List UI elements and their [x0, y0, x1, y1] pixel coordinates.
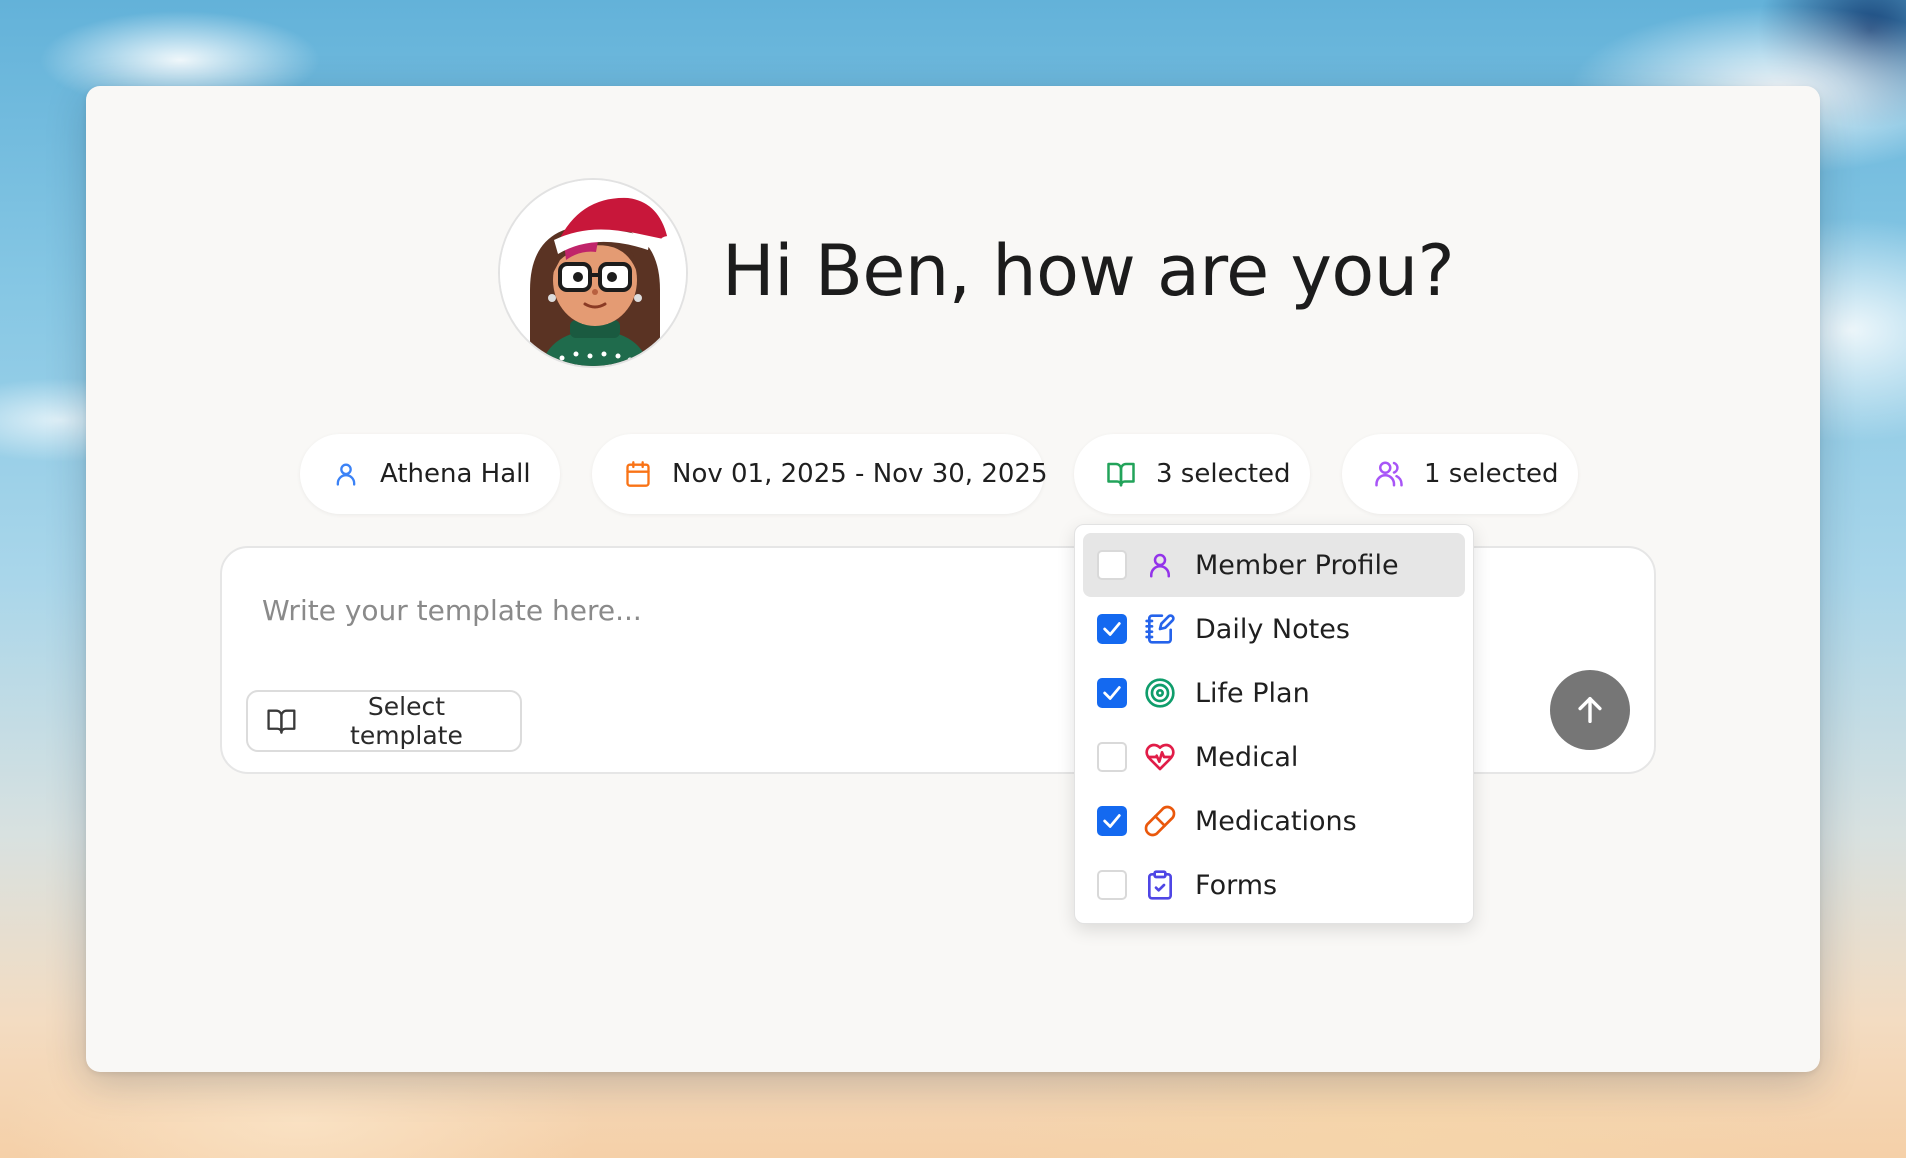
dropdown-item-label: Member Profile: [1195, 549, 1399, 581]
forms-checkbox[interactable]: [1097, 870, 1127, 900]
greeting-heading: Hi Ben, how are you?: [722, 230, 1455, 312]
members-filter-label: 1 selected: [1424, 459, 1559, 489]
user-filter-label: Athena Hall: [380, 459, 531, 489]
dropdown-item-daily-notes[interactable]: Daily Notes: [1083, 597, 1465, 661]
daily-notes-checkbox[interactable]: [1097, 614, 1127, 644]
sources-filter-label: 3 selected: [1156, 459, 1291, 489]
dropdown-item-label: Forms: [1195, 869, 1278, 901]
dropdown-item-label: Medications: [1195, 805, 1357, 837]
members-filter-chip[interactable]: 1 selected: [1342, 434, 1578, 514]
dropdown-item-medical[interactable]: Medical: [1083, 725, 1465, 789]
calendar-icon: [626, 461, 650, 487]
book-open-icon: [1107, 462, 1135, 487]
user-icon: [1150, 553, 1170, 578]
pill-icon: [1144, 805, 1176, 837]
santa-hat-avatar-icon: [500, 180, 686, 366]
template-input[interactable]: [260, 584, 1164, 636]
dropdown-item-medications[interactable]: Medications: [1083, 789, 1465, 853]
heart-pulse-icon: [1145, 743, 1175, 771]
users-icon: [1375, 461, 1403, 487]
main-card: Hi Ben, how are you? Athena Hall Nov 01,…: [86, 86, 1820, 1072]
user-filter-chip[interactable]: Athena Hall: [300, 434, 560, 514]
target-icon: [1145, 678, 1175, 708]
check-icon: [1103, 686, 1121, 700]
arrow-up-icon: [1578, 696, 1602, 724]
check-icon: [1103, 622, 1121, 636]
dropdown-item-label: Life Plan: [1195, 677, 1310, 709]
medical-checkbox[interactable]: [1097, 742, 1127, 772]
notebook-pen-icon: [1145, 614, 1175, 644]
dropdown-item-label: Medical: [1195, 741, 1299, 773]
clipboard-check-icon: [1148, 870, 1172, 900]
user-icon: [336, 463, 356, 486]
dropdown-item-life-plan[interactable]: Life Plan: [1083, 661, 1465, 725]
book-open-icon: [267, 709, 296, 734]
medications-checkbox[interactable]: [1097, 806, 1127, 836]
select-template-button[interactable]: Select template: [246, 690, 522, 752]
select-template-label: Select template: [350, 692, 463, 750]
dropdown-item-label: Daily Notes: [1195, 613, 1350, 645]
member-profile-checkbox[interactable]: [1097, 550, 1127, 580]
check-icon: [1103, 814, 1121, 828]
sources-dropdown: Member Profile Daily Notes Life Plan Med…: [1074, 524, 1474, 924]
date-range-chip[interactable]: Nov 01, 2025 - Nov 30, 2025: [592, 434, 1048, 514]
dropdown-item-forms[interactable]: Forms: [1083, 853, 1465, 917]
sources-filter-chip[interactable]: 3 selected: [1074, 434, 1310, 514]
dropdown-item-member-profile[interactable]: Member Profile: [1083, 533, 1465, 597]
date-range-label: Nov 01, 2025 - Nov 30, 2025: [672, 459, 1048, 489]
avatar: [498, 178, 688, 368]
send-button[interactable]: [1550, 670, 1630, 750]
life-plan-checkbox[interactable]: [1097, 678, 1127, 708]
